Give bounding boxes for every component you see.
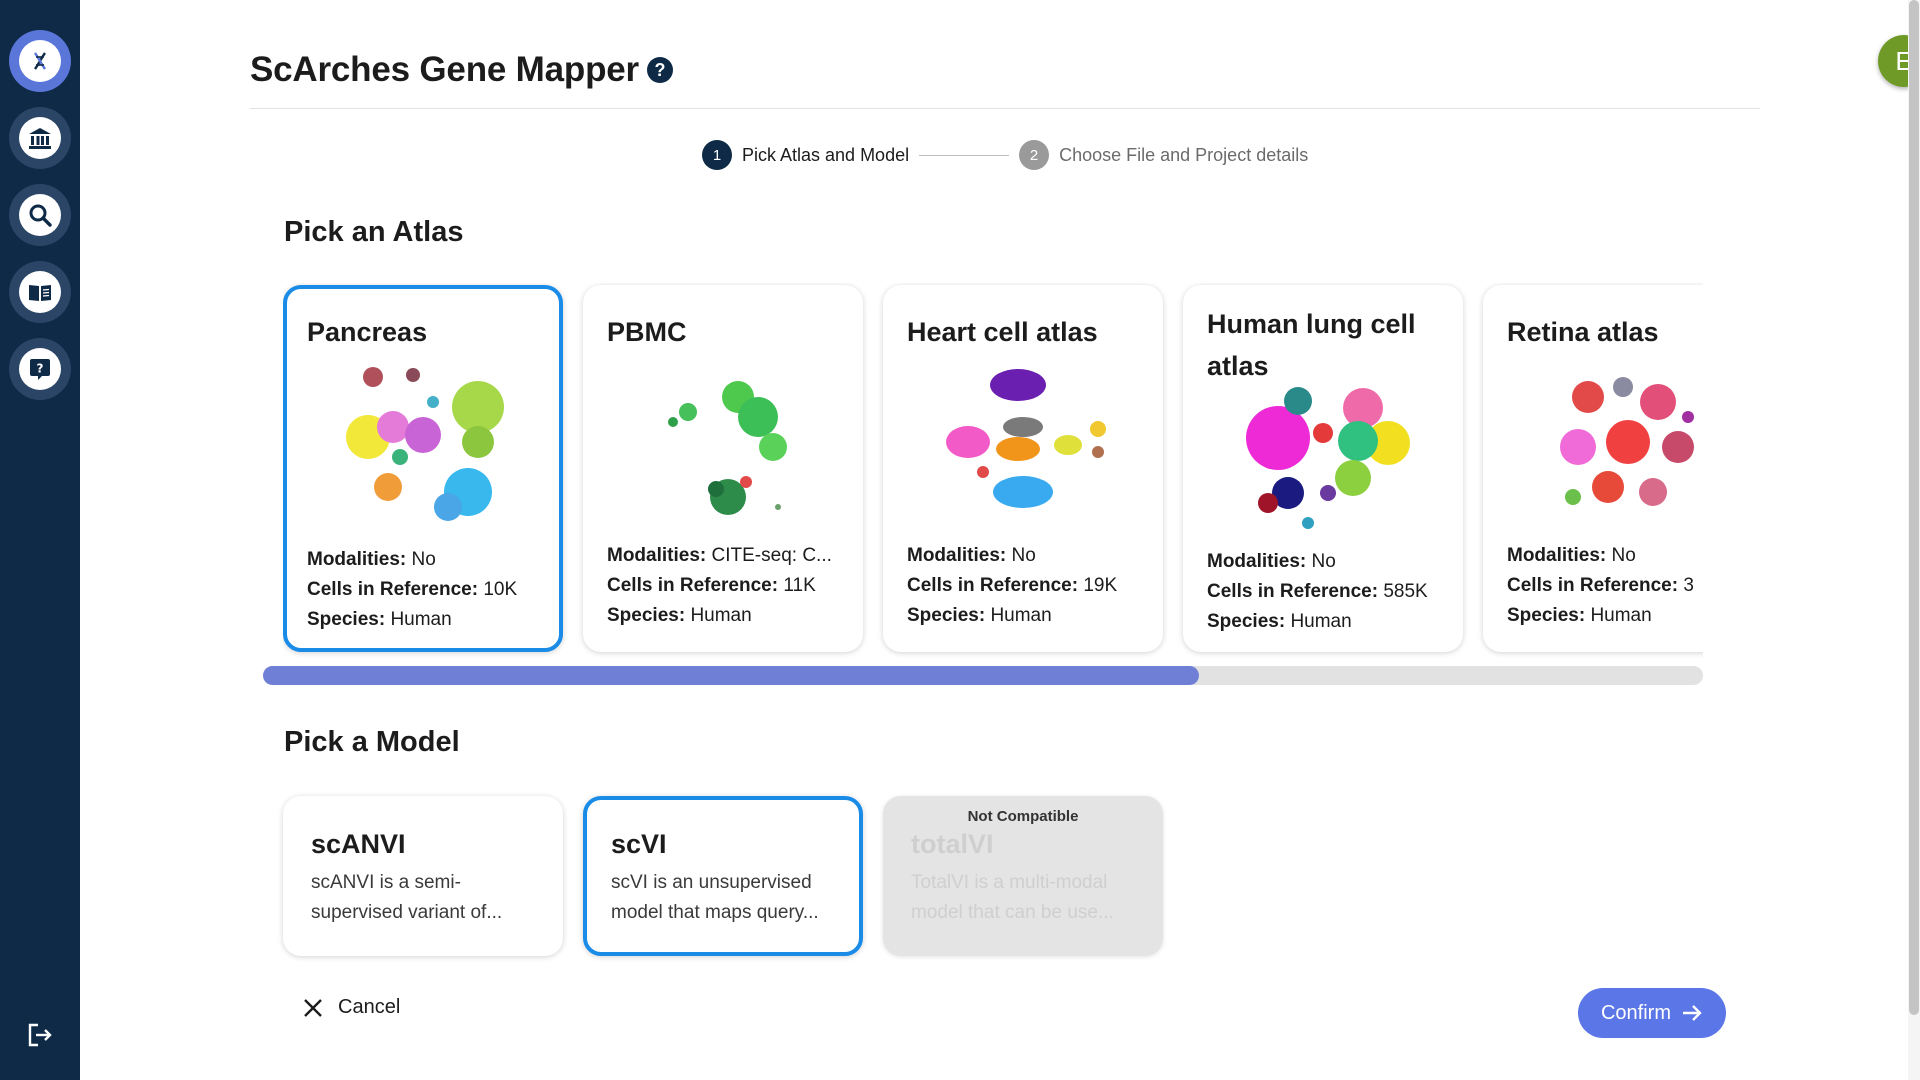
cells-label: Cells in Reference: [307,579,479,600]
modalities-label: Modalities: [607,545,707,566]
cells-label: Cells in Reference: [907,575,1079,596]
sidebar-item-documentation[interactable] [9,261,71,323]
species-label: Species: [1507,605,1586,626]
help-icon: ? [19,348,61,390]
species-value: Human [1290,611,1352,632]
atlas-name: Retina atlas [1507,317,1659,347]
dna-icon [19,40,61,82]
atlas-section-title: Pick an Atlas [284,216,464,248]
institution-icon [19,117,61,159]
stepper-connector [919,154,1010,156]
sidebar-item-gene-mapper[interactable] [9,30,71,92]
atlas-scrollbar-thumb[interactable] [263,666,1199,685]
svg-text:?: ? [37,362,44,376]
modalities-value: No [1011,545,1036,566]
book-icon [19,271,61,313]
umap-plot-icon [668,381,787,515]
close-icon [304,998,322,1017]
species-label: Species: [907,605,986,626]
cells-label: Cells in Reference: [1207,581,1379,602]
atlas-card-pbmc[interactable]: PBMC Modalities: CITE-seq: C... Cells in… [583,285,863,652]
modalities-label: Modalities: [307,549,407,570]
atlas-card-pancreas[interactable]: Pancreas Modalities: No Cells in Referen… [283,285,563,652]
sidebar-item-institutions[interactable] [9,107,71,169]
species-value: Human [690,605,752,626]
page-scrollbar-thumb[interactable] [1909,0,1919,1015]
cells-value: 585K [1383,581,1428,602]
atlas-carousel[interactable]: Pancreas Modalities: No Cells in Referen… [283,283,1703,658]
modalities-label: Modalities: [907,545,1007,566]
model-name: scANVI [311,829,406,859]
cells-label: Cells in Reference: [607,575,779,596]
sidebar: ? [0,0,80,1080]
cells-value: 3 [1683,575,1694,596]
confirm-button[interactable]: Confirm [1578,988,1726,1038]
modalities-label: Modalities: [1207,551,1307,572]
species-value: Human [990,605,1052,626]
species-value: Human [390,609,452,630]
step-2-number: 2 [1019,140,1050,170]
cells-value: 11K [783,575,816,596]
species-label: Species: [307,609,386,630]
umap-plot-icon [1560,377,1694,506]
modalities-label: Modalities: [1507,545,1607,566]
sidebar-item-help[interactable]: ? [9,338,71,400]
atlas-name: Heart cell atlas [907,317,1098,347]
help-circle-icon[interactable]: ? [646,57,673,83]
cells-value: 19K [1083,575,1118,596]
search-icon [19,194,61,236]
cells-label: Cells in Reference: [1507,575,1679,596]
model-description: TotalVI is a multi-modal model that can … [911,872,1114,923]
model-card-totalvi: Not Compatible totalVI TotalVI is a mult… [883,796,1163,956]
umap-plot-icon [946,369,1106,508]
species-value: Human [1590,605,1652,626]
modalities-value: No [1611,545,1636,566]
species-label: Species: [1207,611,1286,632]
atlas-card-human-lung[interactable]: Human lung cell atlas Modalities: No Cel… [1183,285,1463,652]
cells-value: 10K [483,579,518,600]
model-description: scANVI is a semi-supervised variant of..… [311,872,503,923]
cancel-button[interactable]: Cancel [302,996,400,1019]
model-card-scanvi[interactable]: scANVI scANVI is a semi-supervised varia… [283,796,563,956]
umap-plot-icon [1246,387,1410,529]
step-1-label: Pick Atlas and Model [742,144,910,165]
model-name: scVI [611,829,667,859]
cancel-label: Cancel [338,996,401,1018]
atlas-scrollbar[interactable] [263,666,1703,685]
confirm-label: Confirm [1600,1001,1671,1024]
model-description: scVI is an unsupervised model that maps … [611,872,819,923]
step-1-number: 1 [702,140,732,170]
logout-icon[interactable] [25,1020,55,1050]
main-content: ScArches Gene Mapper ? E 1 Pick Atlas an… [80,0,1920,1080]
model-card-scvi[interactable]: scVI scVI is an unsupervised model that … [583,796,863,956]
modalities-value: No [1311,551,1336,572]
stepper: 1 Pick Atlas and Model 2 Choose File and… [702,140,1308,170]
sidebar-item-search[interactable] [9,184,71,246]
species-label: Species: [607,605,686,626]
atlas-name: Pancreas [307,317,428,347]
not-compatible-badge: Not Compatible [967,808,1079,825]
arrow-right-icon [1683,1005,1702,1021]
atlas-name: Human lung cell atlas [1207,309,1416,381]
page-title: ScArches Gene Mapper [250,50,639,89]
modalities-value: CITE-seq: C... [711,545,832,566]
step-2-label: Choose File and Project details [1059,144,1309,165]
atlas-card-heart[interactable]: Heart cell atlas Modalities: No Cells in… [883,285,1163,652]
atlas-card-retina[interactable]: Retina atlas Modalities: No Cells in Ref… [1483,285,1703,652]
model-name: totalVI [911,829,994,859]
umap-plot-icon [346,367,504,521]
atlas-name: PBMC [607,317,687,347]
model-section-title: Pick a Model [284,726,460,758]
modalities-value: No [411,549,436,570]
page-header: ScArches Gene Mapper ? E [250,0,1920,109]
